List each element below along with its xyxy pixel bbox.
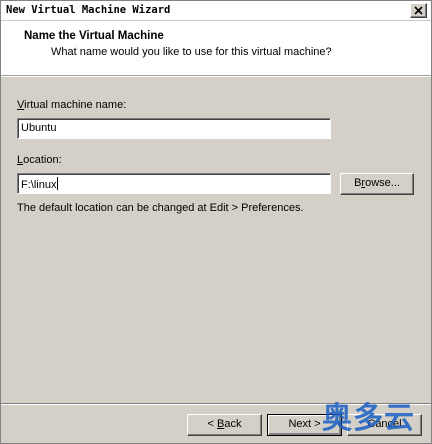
wizard-header: Name the Virtual Machine What name would… xyxy=(1,21,431,76)
text-caret xyxy=(57,177,59,190)
window-title: New Virtual Machine Wizard xyxy=(6,4,171,16)
back-button[interactable]: < Back xyxy=(187,414,262,436)
default-location-info: The default location can be changed at E… xyxy=(17,202,304,214)
vm-name-input[interactable]: Ubuntu xyxy=(17,118,331,139)
wizard-window: New Virtual Machine Wizard Name the Virt… xyxy=(0,0,432,444)
vm-name-label: Virtual machine name: xyxy=(17,99,127,111)
page-subtitle: What name would you like to use for this… xyxy=(51,46,332,58)
browse-button[interactable]: Browse... xyxy=(340,173,414,195)
vm-name-value: Ubuntu xyxy=(21,122,57,134)
page-title: Name the Virtual Machine xyxy=(24,30,164,42)
watermark-logo: 奥多云 xyxy=(322,401,415,436)
close-button[interactable] xyxy=(410,3,427,18)
close-icon xyxy=(414,6,423,15)
location-label: Location: xyxy=(17,154,62,166)
title-bar: New Virtual Machine Wizard xyxy=(1,1,431,21)
header-divider xyxy=(1,76,431,77)
location-input[interactable]: F:\linux xyxy=(17,173,331,194)
location-value: F:\linux xyxy=(21,179,57,191)
